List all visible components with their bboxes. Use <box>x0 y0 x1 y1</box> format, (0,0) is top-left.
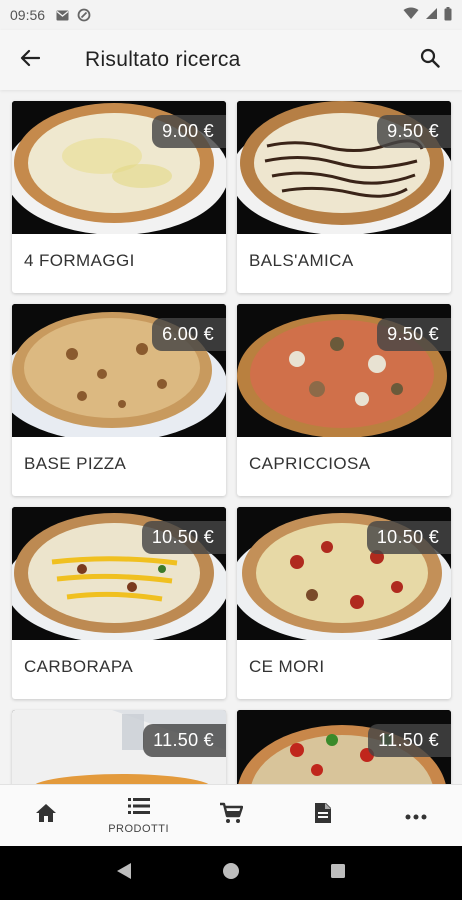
product-name: BASE PIZZA <box>24 454 127 473</box>
product-card[interactable]: 6.00 € BASE PIZZA <box>12 304 226 496</box>
product-price: 11.50 € <box>368 724 451 757</box>
status-bar: 09:56 <box>0 0 462 30</box>
system-recents-button[interactable] <box>318 853 358 893</box>
product-card[interactable]: 10.50 € CE MORI <box>237 507 451 699</box>
product-name: CE MORI <box>249 657 325 676</box>
system-navigation-bar <box>0 846 462 900</box>
product-name: CARBORAPA <box>24 657 134 676</box>
product-price: 9.50 € <box>377 318 451 351</box>
product-card[interactable]: 9.50 € CAPRICCIOSA <box>237 304 451 496</box>
product-price: 10.50 € <box>141 521 226 554</box>
app-bar: Risultato ricerca <box>0 30 462 90</box>
arrow-back-icon <box>20 49 41 72</box>
product-price: 9.50 € <box>377 115 451 148</box>
product-grid: 9.00 € 4 FORMAGGI 9.50 € BALS'AMICA 6.00… <box>0 90 462 784</box>
mail-notification-icon <box>55 8 69 22</box>
triangle-back-icon <box>116 862 132 885</box>
product-name: CAPRICCIOSA <box>249 454 371 473</box>
product-card[interactable]: 10.50 € CARBORAPA <box>12 507 226 699</box>
wifi-icon <box>403 7 419 23</box>
product-name: BALS'AMICA <box>249 251 354 270</box>
product-card[interactable]: 9.00 € 4 FORMAGGI <box>12 101 226 293</box>
nav-cart[interactable] <box>185 785 277 846</box>
product-price: 11.50 € <box>143 724 226 757</box>
nav-products-label: PRODOTTI <box>108 822 170 835</box>
nav-more[interactable] <box>370 785 462 846</box>
nav-documents[interactable] <box>277 785 369 846</box>
product-price: 6.00 € <box>152 318 226 351</box>
back-button[interactable] <box>0 30 60 90</box>
list-icon <box>127 797 150 820</box>
nav-products[interactable]: PRODOTTI <box>92 785 184 846</box>
search-icon <box>420 48 440 73</box>
bottom-navigation: PRODOTTI <box>0 784 462 846</box>
home-icon <box>35 803 57 828</box>
cart-icon <box>219 802 244 829</box>
product-price: 9.00 € <box>152 115 226 148</box>
system-back-button[interactable] <box>104 853 144 893</box>
product-name: 4 FORMAGGI <box>24 251 135 270</box>
sync-notification-icon <box>77 8 91 22</box>
battery-icon <box>444 6 452 24</box>
document-icon <box>314 802 332 829</box>
system-home-button[interactable] <box>211 853 251 893</box>
nav-home[interactable] <box>0 785 92 846</box>
status-time: 09:56 <box>10 7 46 23</box>
search-button[interactable] <box>410 40 450 80</box>
product-card[interactable]: 9.50 € BALS'AMICA <box>237 101 451 293</box>
product-card[interactable]: 11.50 € <box>237 710 451 784</box>
signal-icon <box>425 7 438 23</box>
square-recents-icon <box>330 863 346 884</box>
product-price: 10.50 € <box>366 521 451 554</box>
product-card[interactable]: 11.50 € <box>12 710 226 784</box>
more-icon <box>405 807 427 825</box>
circle-home-icon <box>222 862 240 885</box>
page-title: Risultato ricerca <box>85 48 241 71</box>
